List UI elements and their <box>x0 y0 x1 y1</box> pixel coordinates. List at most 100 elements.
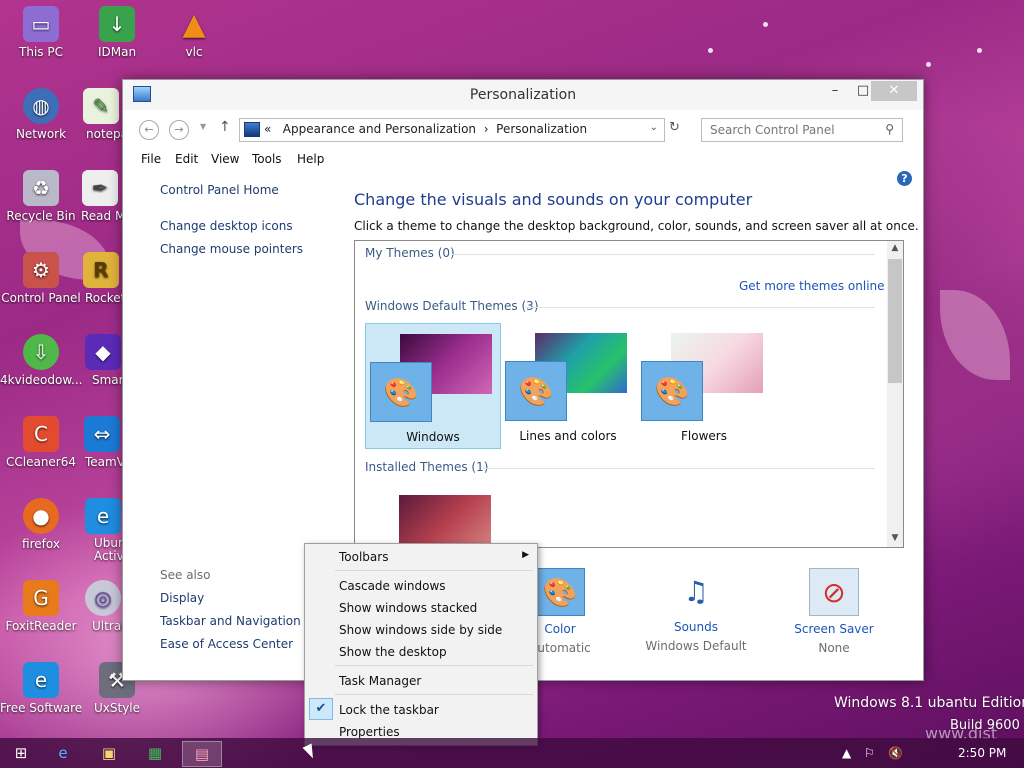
change-desktop-icons-link[interactable]: Change desktop icons <box>160 219 293 233</box>
theme-name: Lines and colors <box>519 429 617 443</box>
display-link[interactable]: Display <box>160 591 204 605</box>
desktop-icon-control-panel[interactable]: ⚙ Control Panel <box>0 252 82 305</box>
breadcrumb-personalization[interactable]: Personalization <box>496 122 587 136</box>
recycle-bin-icon: ♻ <box>23 170 59 206</box>
title-bar[interactable]: Personalization – □ ✕ <box>123 80 923 110</box>
network-status-icon[interactable]: ⚐ <box>864 746 875 760</box>
refresh-icon[interactable]: ↻ <box>669 120 680 135</box>
desktop-icon-free-software[interactable]: e Free Software <box>0 662 82 715</box>
breadcrumb-appearance[interactable]: Appearance and Personalization <box>283 122 476 136</box>
menu-item-show-desktop[interactable]: Show the desktop <box>339 645 447 659</box>
recent-pages-chevron-icon[interactable]: ▼ <box>200 122 206 131</box>
scrollbar-thumb[interactable] <box>888 259 902 383</box>
submenu-arrow-icon: ▶ <box>522 550 529 560</box>
theme-list: My Themes (0) Get more themes online Win… <box>354 240 904 548</box>
desktop-icon-label: CCleaner64 <box>5 455 77 469</box>
ie-icon[interactable]: e <box>44 741 82 765</box>
desktop-icon-ccleaner[interactable]: C CCleaner64 <box>0 416 82 469</box>
change-mouse-pointers-link[interactable]: Change mouse pointers <box>160 242 303 256</box>
pdf-icon: G <box>23 580 59 616</box>
store-icon[interactable]: ▦ <box>136 741 174 765</box>
breadcrumb-separator: › <box>483 122 489 136</box>
up-button[interactable]: ↑ <box>219 119 231 135</box>
menu-view[interactable]: View <box>211 152 239 166</box>
file-explorer-icon[interactable]: ▣ <box>90 741 128 765</box>
address-box[interactable]: « Appearance and Personalization › Perso… <box>239 118 665 142</box>
start-button[interactable]: ⊞ <box>2 741 40 765</box>
menu-item-properties[interactable]: Properties <box>339 725 400 739</box>
menu-help[interactable]: Help <box>297 152 324 166</box>
sounds-setting[interactable]: ♫ Sounds Windows Default <box>641 568 751 654</box>
theme-lines-and-colors[interactable]: 🎨 Lines and colors <box>501 323 635 447</box>
menu-edit[interactable]: Edit <box>175 152 198 166</box>
theme-windows[interactable]: 🎨 Windows <box>365 323 501 449</box>
menu-item-lock-taskbar[interactable]: Lock the taskbar <box>339 703 439 717</box>
firefox-icon: ● <box>23 498 59 534</box>
scroll-down-arrow-icon[interactable]: ▼ <box>887 533 903 543</box>
back-button[interactable]: ← <box>139 120 159 140</box>
control-panel-home-link[interactable]: Control Panel Home <box>160 183 279 197</box>
desktop-icon-rocket[interactable]: R Rocket <box>80 252 122 305</box>
desktop-icon-recycle-bin[interactable]: ♻ Recycle Bin <box>0 170 82 223</box>
theme-list-scrollbar[interactable]: ▲ ▼ <box>887 241 903 547</box>
theme-flowers[interactable]: 🎨 Flowers <box>637 323 771 447</box>
get-more-themes-link[interactable]: Get more themes online <box>739 279 885 293</box>
menu-separator <box>335 570 533 571</box>
menu-item-show-side-by-side[interactable]: Show windows side by side <box>339 623 502 637</box>
desktop-icon-label: IDMan <box>97 45 137 59</box>
menu-item-show-stacked[interactable]: Show windows stacked <box>339 601 477 615</box>
scroll-up-arrow-icon[interactable]: ▲ <box>887 243 903 253</box>
edition-watermark: Windows 8.1 ubantu Edition <box>834 695 1024 711</box>
menu-item-toolbars[interactable]: Toolbars <box>339 550 388 564</box>
monitor-icon: ▭ <box>23 6 59 42</box>
desktop-icon-ubuntu-activator[interactable]: e Ubun Activa <box>84 498 131 563</box>
address-bar-row: ← → ▼ ↑ « Appearance and Personalization… <box>123 110 923 148</box>
breadcrumb-prefix[interactable]: « <box>264 122 271 136</box>
desktop-icon-vlc[interactable]: ▲ vlc <box>153 6 235 60</box>
installed-themes-heading: Installed Themes (1) <box>365 460 489 474</box>
desktop-icon-4kvideodownloader[interactable]: ⇩ 4kvideodow... <box>0 334 82 387</box>
menu-file[interactable]: File <box>141 152 161 166</box>
search-icon[interactable]: ⚲ <box>885 122 894 136</box>
screen-saver-icon: ⊘ <box>809 568 859 616</box>
minimize-button[interactable]: – <box>821 81 849 101</box>
page-title: Change the visuals and sounds on your co… <box>354 190 753 209</box>
desktop-icon-teamviewer[interactable]: ⇔ TeamVi <box>82 416 122 469</box>
close-button[interactable]: ✕ <box>871 81 917 101</box>
help-icon[interactable]: ? <box>897 171 912 186</box>
installed-theme-preview[interactable] <box>399 495 491 547</box>
taskbar[interactable]: ⊞ e ▣ ▦ ▤ ▲ ⚐ 🔇 2:50 PM <box>0 738 1024 768</box>
ease-of-access-link[interactable]: Ease of Access Center <box>160 637 293 651</box>
desktop-icon-firefox[interactable]: ● firefox <box>0 498 82 551</box>
desktop-icon-notepad[interactable]: ✎ notepa <box>80 88 122 141</box>
screen-saver-setting[interactable]: ⊘ Screen Saver None <box>779 568 889 655</box>
desktop-icon-network[interactable]: ◍ Network <box>0 88 82 141</box>
volume-muted-icon[interactable]: 🔇 <box>888 746 903 760</box>
desktop-icon-idman[interactable]: ↓ IDMan <box>76 6 158 59</box>
desktop-icon-label: FoxitReader <box>5 619 77 633</box>
taskbar-navigation-link[interactable]: Taskbar and Navigation <box>160 614 301 628</box>
desktop-icon-smart[interactable]: ◆ Smart <box>84 334 122 387</box>
desktop-icon-this-pc[interactable]: ▭ This PC <box>0 6 82 59</box>
forward-button[interactable]: → <box>169 120 189 140</box>
desktop-icon-ultraiso[interactable]: ◎ Ultral <box>84 580 122 633</box>
desktop-icon-label: UxStyle <box>93 701 141 715</box>
personalization-task-icon[interactable]: ▤ <box>182 741 222 767</box>
breadcrumb: « Appearance and Personalization › Perso… <box>264 122 587 136</box>
clock[interactable]: 2:50 PM <box>958 746 1006 760</box>
desktop-icon-read-me[interactable]: ✒ Read M <box>78 170 122 223</box>
color-fan-icon: 🎨 <box>535 568 585 616</box>
ccleaner-icon: C <box>23 416 59 452</box>
desktop-icon-label: Smart <box>92 373 122 387</box>
menu-tools[interactable]: Tools <box>252 152 282 166</box>
search-box[interactable]: Search Control Panel ⚲ <box>701 118 903 142</box>
address-dropdown-icon[interactable]: ⌄ <box>650 122 658 133</box>
taskbar-context-menu: Toolbars ▶ Cascade windows Show windows … <box>304 543 538 746</box>
show-hidden-icons-icon[interactable]: ▲ <box>842 746 851 760</box>
desktop-icon-foxitreader[interactable]: G FoxitReader <box>0 580 82 633</box>
desktop-icon-label: Recycle Bin <box>6 209 76 223</box>
menu-item-cascade-windows[interactable]: Cascade windows <box>339 579 446 593</box>
star-dot <box>708 48 713 53</box>
checkmark-icon: ✔ <box>309 698 333 720</box>
menu-item-task-manager[interactable]: Task Manager <box>339 674 421 688</box>
